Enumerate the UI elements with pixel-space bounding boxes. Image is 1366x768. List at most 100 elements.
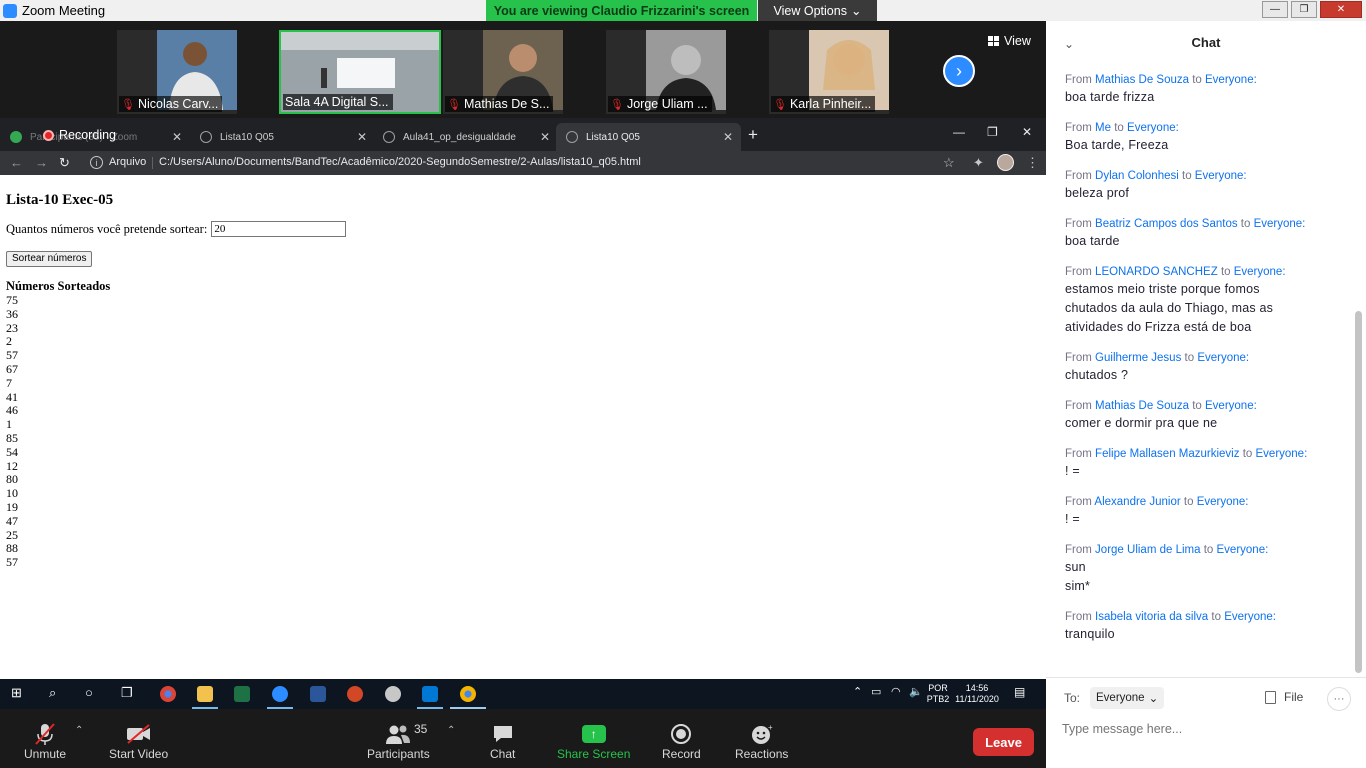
close-tab-icon[interactable]: ✕ bbox=[172, 130, 182, 144]
next-page-icon[interactable]: › bbox=[943, 55, 975, 87]
sender-name[interactable]: Dylan Colonhesi bbox=[1095, 170, 1179, 182]
maximize-button[interactable]: ❐ bbox=[1291, 1, 1317, 18]
chat-messages-list[interactable]: From Mathias De Souza to Everyone: boa ta… bbox=[1046, 73, 1354, 677]
file-explorer-icon[interactable] bbox=[197, 686, 213, 702]
browser-restore-icon[interactable]: ❐ bbox=[987, 125, 998, 139]
minimize-button[interactable]: — bbox=[1262, 1, 1288, 18]
extensions-icon[interactable]: ✦ bbox=[973, 155, 984, 171]
notifications-icon[interactable]: ▤ bbox=[1014, 685, 1025, 699]
view-button[interactable]: View bbox=[988, 34, 1031, 48]
sender-name[interactable]: Beatriz Campos dos Santos bbox=[1095, 218, 1238, 230]
chat-button[interactable]: Chat bbox=[490, 721, 515, 761]
participants-caret-icon[interactable]: ⌃ bbox=[447, 725, 455, 736]
address-url[interactable]: C:/Users/Aluno/Documents/BandTec/Acadêmi… bbox=[159, 156, 641, 168]
sender-name[interactable]: Felipe Mallasen Mazurkieviz bbox=[1095, 448, 1239, 460]
recipient-name[interactable]: Everyone: bbox=[1256, 448, 1308, 460]
browser-minimize-icon[interactable]: — bbox=[953, 125, 965, 139]
video-thumbnail[interactable]: 🎙 Nicolas Carv... bbox=[117, 30, 237, 114]
taskbar-clock[interactable]: 14:56 11/11/2020 bbox=[953, 679, 1001, 709]
recipient-name[interactable]: Everyone: bbox=[1254, 218, 1306, 230]
forward-icon[interactable]: → bbox=[35, 155, 48, 170]
recipient-name[interactable]: Everyone: bbox=[1217, 544, 1269, 556]
zoom-app-icon[interactable] bbox=[272, 686, 288, 702]
recipient-name[interactable]: Everyone: bbox=[1234, 266, 1286, 278]
excel-icon[interactable] bbox=[234, 686, 250, 702]
tray-chevron-up-icon[interactable]: ⌃ bbox=[853, 685, 862, 698]
recipient-name[interactable]: Everyone: bbox=[1197, 352, 1249, 364]
close-button[interactable]: ✕ bbox=[1320, 1, 1362, 18]
sender-name[interactable]: Jorge Uliam de Lima bbox=[1095, 544, 1200, 556]
more-options-icon[interactable]: ··· bbox=[1327, 687, 1351, 711]
tab-title: Lista10 Q05 bbox=[220, 131, 274, 143]
chat-scrollbar[interactable] bbox=[1355, 311, 1362, 673]
powerpoint-icon[interactable] bbox=[347, 686, 363, 702]
video-thumbnail[interactable]: 🎙 Karla Pinheir... bbox=[769, 30, 889, 114]
chrome-icon[interactable] bbox=[160, 686, 176, 702]
video-thumbnail[interactable]: 🎙 Mathias De S... bbox=[443, 30, 563, 114]
search-icon[interactable]: ⌕ bbox=[49, 685, 56, 701]
recipient-name[interactable]: Everyone: bbox=[1205, 400, 1257, 412]
start-video-button[interactable]: Start Video bbox=[109, 721, 168, 761]
input-language-indicator[interactable]: POR PTB2 bbox=[926, 679, 950, 709]
recipient-name[interactable]: Everyone: bbox=[1197, 496, 1249, 508]
drawn-numbers-list: 75 36 23 2 57 67 7 41 46 1 85 54 12 80 10 19 47 25 88 57 bbox=[6, 293, 1036, 570]
new-tab-icon[interactable]: + bbox=[748, 125, 758, 145]
vscode-icon[interactable] bbox=[422, 686, 438, 702]
recipient-name[interactable]: Everyone: bbox=[1224, 611, 1276, 623]
sender-name[interactable]: Guilherme Jesus bbox=[1095, 352, 1181, 364]
back-icon[interactable]: ← bbox=[10, 155, 23, 170]
browser-tab[interactable]: Lista10 Q05 ✕ bbox=[190, 123, 375, 151]
browser-tab[interactable]: Aula41_op_desigualdade ✕ bbox=[373, 123, 558, 151]
bookmark-star-icon[interactable]: ☆ bbox=[943, 155, 955, 171]
share-screen-button[interactable]: ↑ Share Screen bbox=[557, 721, 630, 761]
sender-name[interactable]: Mathias De Souza bbox=[1095, 74, 1189, 86]
browser-tab-active[interactable]: Lista10 Q05 ✕ bbox=[556, 123, 741, 151]
to-word: to bbox=[1184, 352, 1195, 364]
close-tab-icon[interactable]: ✕ bbox=[357, 130, 367, 144]
video-thumbnail[interactable]: 🎙 Jorge Uliam ... bbox=[606, 30, 726, 114]
close-tab-icon[interactable]: ✕ bbox=[540, 130, 550, 144]
unmute-button[interactable]: Unmute bbox=[24, 721, 66, 761]
sender-name[interactable]: Isabela vitoria da silva bbox=[1095, 611, 1208, 623]
file-share-button[interactable]: File bbox=[1265, 690, 1303, 704]
quantity-input[interactable]: 20 bbox=[211, 221, 347, 237]
view-options-button[interactable]: View Options ⌄ bbox=[758, 0, 877, 21]
wifi-icon[interactable]: ◠ bbox=[891, 685, 901, 698]
globe-icon bbox=[200, 131, 212, 143]
draw-numbers-button[interactable]: Sortear números bbox=[6, 251, 93, 267]
video-thumbnail-active-speaker[interactable]: Sala 4A Digital S... bbox=[279, 30, 441, 114]
recipient-name[interactable]: Everyone: bbox=[1195, 170, 1247, 182]
leave-meeting-button[interactable]: Leave bbox=[973, 728, 1034, 756]
sender-name[interactable]: Mathias De Souza bbox=[1095, 400, 1189, 412]
close-tab-icon[interactable]: ✕ bbox=[723, 130, 733, 144]
word-icon[interactable] bbox=[310, 686, 326, 702]
drawn-number: 88 bbox=[6, 541, 18, 556]
reload-icon[interactable]: ↻ bbox=[59, 155, 70, 171]
volume-icon[interactable]: 🔈 bbox=[909, 685, 923, 698]
recipient-name[interactable]: Everyone: bbox=[1127, 122, 1179, 134]
reactions-button[interactable]: + Reactions bbox=[735, 721, 788, 761]
chat-message: From Mathias De Souza to Everyone: boa ta… bbox=[1046, 73, 1354, 107]
browser-close-icon[interactable]: ✕ bbox=[1022, 125, 1032, 139]
record-button[interactable]: Record bbox=[662, 721, 701, 761]
recipient-name[interactable]: Everyone: bbox=[1205, 74, 1257, 86]
chat-message-input[interactable] bbox=[1062, 718, 1352, 740]
chat-message-text: atividades do Frizza está de boa bbox=[1065, 320, 1252, 334]
from-word: From bbox=[1065, 400, 1092, 412]
windows-start-icon[interactable]: ⊞ bbox=[11, 685, 22, 701]
menu-kebab-icon[interactable]: ⋮ bbox=[1026, 155, 1039, 171]
chrome-icon[interactable] bbox=[460, 686, 476, 702]
sender-name[interactable]: LEONARDO SANCHEZ bbox=[1095, 266, 1218, 278]
sender-name[interactable]: Alexandre Junior bbox=[1094, 496, 1180, 508]
task-view-icon[interactable]: ❐ bbox=[121, 685, 133, 701]
audio-options-caret-icon[interactable]: ⌃ bbox=[75, 725, 83, 736]
battery-icon[interactable]: ▭ bbox=[871, 685, 881, 698]
sender-name[interactable]: Me bbox=[1095, 122, 1111, 134]
participant-name: Jorge Uliam ... bbox=[626, 97, 708, 111]
cortana-icon[interactable]: ○ bbox=[85, 685, 93, 700]
info-icon[interactable]: i bbox=[90, 156, 103, 169]
profile-avatar[interactable] bbox=[997, 154, 1014, 171]
paint-icon[interactable] bbox=[385, 686, 401, 702]
recipient-select[interactable]: Everyone ⌄ bbox=[1090, 687, 1165, 709]
from-word: From bbox=[1065, 170, 1092, 182]
